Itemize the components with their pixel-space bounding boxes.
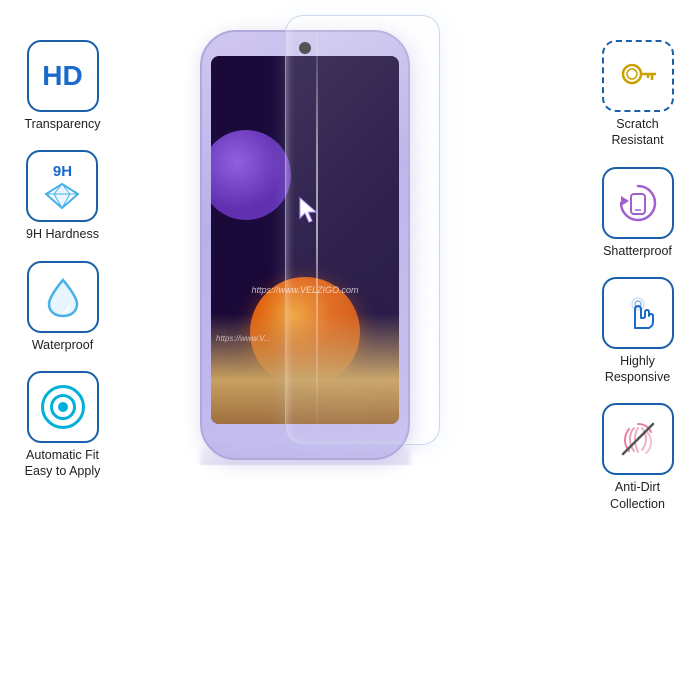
rotate-icon-box	[602, 167, 674, 239]
cursor-arrow-icon	[296, 196, 324, 224]
center-area: https://www.VELZIGO.com https://www.V...	[180, 10, 520, 690]
responsive-label: Highly Responsive	[605, 353, 670, 386]
9h-icon: 9H	[44, 163, 80, 210]
fingerprint-icon-box	[602, 403, 674, 475]
right-features: Scratch Resistant Shatterproof	[580, 40, 695, 512]
9h-icon-box: 9H	[26, 150, 98, 222]
shatterproof-label: Shatterproof	[603, 243, 672, 259]
waterdrop-icon	[45, 276, 81, 318]
feature-highly-responsive: Highly Responsive	[602, 277, 674, 386]
hd-icon-box: HD	[27, 40, 99, 112]
fingerprint-slash-icon	[613, 414, 663, 464]
main-container: HD Transparency 9H 9H Hardness	[0, 0, 700, 700]
screen-protector	[285, 15, 440, 445]
auto-fit-label: Automatic Fit Easy to Apply	[25, 447, 101, 480]
feature-waterproof: Waterproof	[27, 261, 99, 353]
rotate-icon	[613, 178, 663, 228]
left-features: HD Transparency 9H 9H Hardness	[5, 40, 120, 479]
target-icon	[41, 385, 85, 429]
feature-9h-hardness: 9H 9H Hardness	[26, 150, 99, 242]
touch-icon-box	[602, 277, 674, 349]
target-icon-box	[27, 371, 99, 443]
phone-reflection	[200, 441, 410, 465]
anti-dirt-label: Anti-Dirt Collection	[610, 479, 665, 512]
hd-icon: HD	[42, 62, 82, 90]
touch-hand-icon	[615, 290, 661, 336]
waterproof-label: Waterproof	[32, 337, 93, 353]
feature-auto-fit: Automatic Fit Easy to Apply	[25, 371, 101, 480]
water-icon-box	[27, 261, 99, 333]
feature-scratch-resistant: Scratch Resistant	[602, 40, 674, 149]
watermark-text2: https://www.V...	[216, 334, 271, 343]
key-icon-box	[602, 40, 674, 112]
feature-hd-transparency: HD Transparency	[25, 40, 101, 132]
feature-anti-dirt: Anti-Dirt Collection	[602, 403, 674, 512]
hd-label: Transparency	[25, 116, 101, 132]
diamond-icon	[44, 182, 80, 210]
scratch-label: Scratch Resistant	[611, 116, 663, 149]
9h-label: 9H Hardness	[26, 226, 99, 242]
key-icon	[616, 54, 660, 98]
feature-shatterproof: Shatterproof	[602, 167, 674, 259]
